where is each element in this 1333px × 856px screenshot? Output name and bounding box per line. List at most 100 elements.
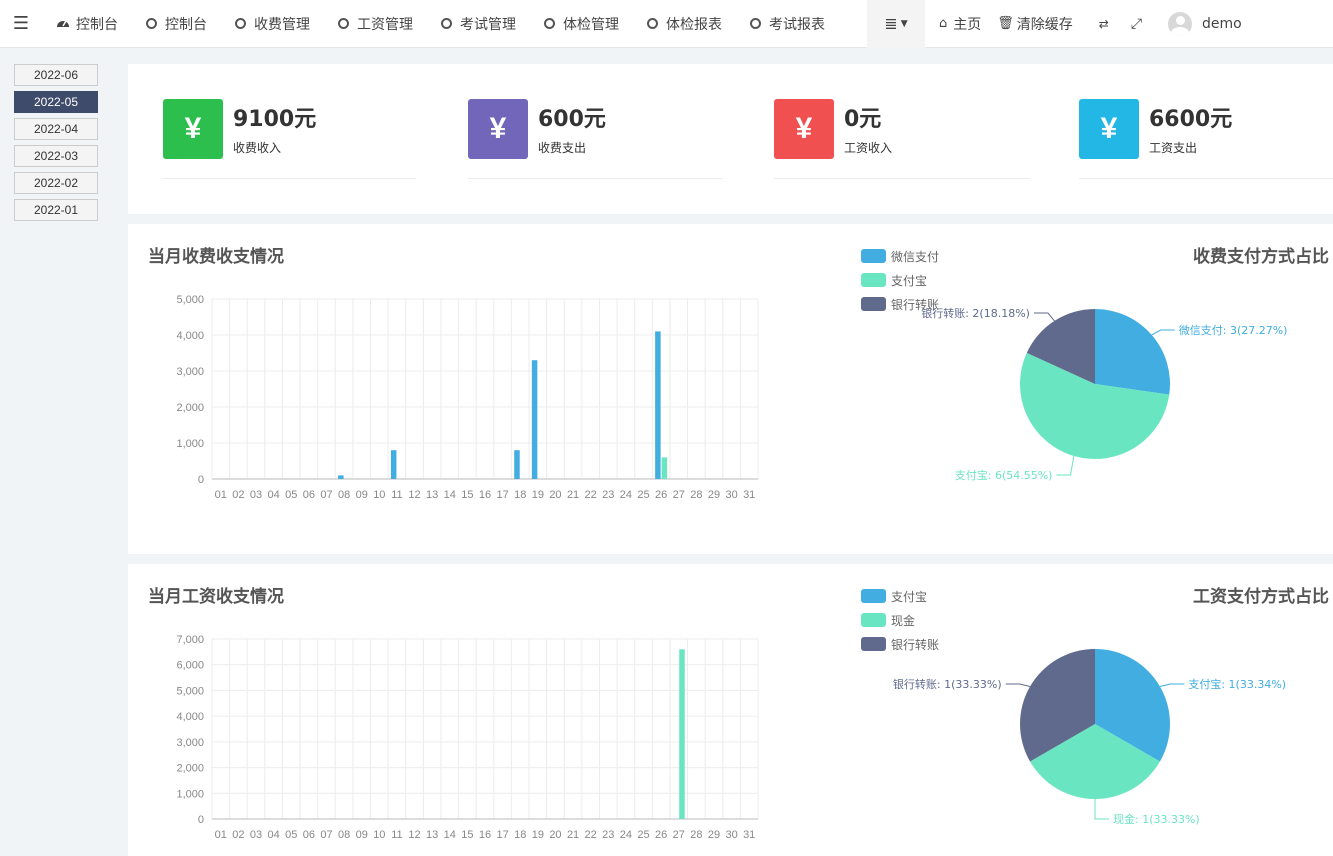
x-tick-label: 06 bbox=[303, 489, 315, 501]
tab-fee-management[interactable]: 收费管理 bbox=[221, 0, 324, 48]
pie-label: 银行转账: 2(18.18%) bbox=[921, 306, 1030, 320]
x-tick-label: 23 bbox=[602, 489, 614, 501]
x-tick-label: 21 bbox=[567, 489, 579, 501]
legend-swatch bbox=[861, 297, 886, 311]
home-link[interactable]: ⌂ 主页 bbox=[925, 0, 995, 48]
x-tick-label: 20 bbox=[549, 829, 561, 841]
tab-dashboard[interactable]: 控制台 bbox=[42, 0, 132, 48]
circle-icon bbox=[750, 18, 761, 29]
legend-item[interactable]: 支付宝 bbox=[861, 584, 939, 608]
x-tick-label: 17 bbox=[496, 829, 508, 841]
x-tick-label: 27 bbox=[673, 829, 685, 841]
trash-icon: 🗑 bbox=[997, 16, 1014, 31]
salary-pie-title: 工资支付方式占比 bbox=[1193, 587, 1329, 607]
legend-swatch bbox=[861, 273, 886, 287]
tab-salary-management[interactable]: 工资管理 bbox=[324, 0, 427, 48]
y-tick-label: 5,000 bbox=[176, 685, 204, 697]
month-button[interactable]: 2022-06 bbox=[14, 64, 98, 86]
x-tick-label: 30 bbox=[725, 489, 737, 501]
pie-label-line bbox=[1033, 312, 1055, 322]
x-tick-label: 08 bbox=[338, 829, 350, 841]
y-tick-label: 2,000 bbox=[176, 402, 204, 414]
legend-item[interactable]: 支付宝 bbox=[861, 268, 939, 292]
legend-item[interactable]: 微信支付 bbox=[861, 244, 939, 268]
menu-toggle-button[interactable]: ☰ bbox=[0, 0, 42, 48]
stats-panel: ¥ 9100元 收费收入 ¥ 600元 收费支出 ¥ 0元 工资收入 ¥ 660… bbox=[128, 64, 1333, 214]
x-tick-label: 04 bbox=[268, 829, 280, 841]
tab-checkup-management[interactable]: 体检管理 bbox=[530, 0, 633, 48]
circle-icon bbox=[441, 18, 452, 29]
x-tick-label: 15 bbox=[461, 489, 473, 501]
month-button[interactable]: 2022-03 bbox=[14, 145, 98, 167]
fullscreen-button[interactable]: ⤢ bbox=[1121, 0, 1162, 48]
fee-pie-title: 收费支付方式占比 bbox=[1193, 247, 1329, 267]
legend-item[interactable]: 现金 bbox=[861, 608, 939, 632]
home-label: 主页 bbox=[953, 16, 982, 33]
month-button-active[interactable]: 2022-05 bbox=[14, 91, 98, 113]
x-tick-label: 05 bbox=[285, 829, 297, 841]
more-tabs-dropdown[interactable]: ≣ ▼ bbox=[867, 0, 925, 48]
stat-label: 工资收入 bbox=[844, 141, 893, 155]
x-tick-label: 01 bbox=[215, 829, 227, 841]
tab-exam-report[interactable]: 考试报表 bbox=[736, 0, 839, 48]
pie-label: 银行转账: 1(33.33%) bbox=[893, 677, 1002, 691]
x-tick-label: 11 bbox=[391, 829, 402, 841]
username: demo bbox=[1202, 15, 1242, 32]
fee-chart-panel: 当月收费收支情况 收费支付方式占比 微信支付 支付宝 银行转账 0 1,000 2,… bbox=[128, 224, 1333, 554]
x-tick-label: 29 bbox=[708, 829, 720, 841]
stat-card-fee-income: ¥ 9100元 收费收入 bbox=[163, 99, 416, 179]
x-tick-label: 03 bbox=[250, 489, 262, 501]
clear-cache-label: 清除缓存 bbox=[1016, 16, 1073, 33]
circle-icon bbox=[544, 18, 555, 29]
tab-checkup-report[interactable]: 体检报表 bbox=[633, 0, 736, 48]
bar bbox=[661, 457, 668, 479]
circle-icon bbox=[146, 18, 157, 29]
pie-slice bbox=[1095, 309, 1170, 395]
x-tick-label: 31 bbox=[743, 489, 755, 501]
legend-swatch bbox=[861, 589, 886, 603]
clear-cache-button[interactable]: 🗑 清除缓存 bbox=[995, 0, 1087, 48]
caret-down-icon: ▼ bbox=[900, 18, 908, 29]
tab-label: 控制台 bbox=[76, 16, 118, 33]
x-tick-label: 23 bbox=[602, 829, 614, 841]
tab-label: 体检报表 bbox=[666, 16, 722, 33]
fullscreen-icon: ⤢ bbox=[1130, 15, 1143, 32]
x-tick-label: 13 bbox=[426, 489, 438, 501]
x-tick-label: 15 bbox=[461, 829, 473, 841]
stat-value: 600元 bbox=[538, 107, 606, 132]
bar bbox=[531, 360, 538, 479]
stat-card-salary-expense: ¥ 6600元 工资支出 bbox=[1079, 99, 1333, 179]
month-button[interactable]: 2022-04 bbox=[14, 118, 98, 140]
translate-button[interactable]: ⇄ bbox=[1087, 0, 1121, 48]
stat-value: 0元 bbox=[844, 107, 882, 132]
x-tick-label: 07 bbox=[320, 829, 332, 841]
stat-value: 6600元 bbox=[1149, 107, 1233, 132]
tab-dashboard-2[interactable]: 控制台 bbox=[132, 0, 221, 48]
x-tick-label: 13 bbox=[426, 829, 438, 841]
y-tick-label: 4,000 bbox=[176, 330, 204, 342]
tab-exam-management[interactable]: 考试管理 bbox=[427, 0, 530, 48]
x-tick-label: 09 bbox=[356, 829, 368, 841]
x-tick-label: 02 bbox=[232, 489, 244, 501]
bar bbox=[655, 331, 661, 479]
x-tick-label: 29 bbox=[708, 489, 720, 501]
legend-label: 微信支付 bbox=[891, 249, 940, 264]
month-button[interactable]: 2022-01 bbox=[14, 199, 98, 221]
pie-label: 支付宝: 6(54.55%) bbox=[955, 468, 1053, 482]
x-tick-label: 14 bbox=[444, 489, 456, 501]
stat-label: 收费收入 bbox=[233, 141, 282, 155]
x-tick-label: 08 bbox=[338, 489, 350, 501]
y-tick-label: 1,000 bbox=[176, 438, 204, 450]
x-tick-label: 14 bbox=[444, 829, 456, 841]
x-tick-label: 27 bbox=[673, 489, 685, 501]
x-tick-label: 04 bbox=[268, 489, 280, 501]
y-tick-label: 0 bbox=[198, 474, 204, 486]
translate-icon: ⇄ bbox=[1098, 16, 1109, 31]
x-tick-label: 28 bbox=[690, 489, 702, 501]
x-tick-label: 26 bbox=[655, 489, 667, 501]
salary-chart-title: 当月工资收支情况 bbox=[148, 587, 284, 607]
legend-swatch bbox=[861, 249, 886, 263]
legend-swatch bbox=[861, 613, 886, 627]
user-menu[interactable]: demo bbox=[1162, 0, 1258, 48]
month-button[interactable]: 2022-02 bbox=[14, 172, 98, 194]
